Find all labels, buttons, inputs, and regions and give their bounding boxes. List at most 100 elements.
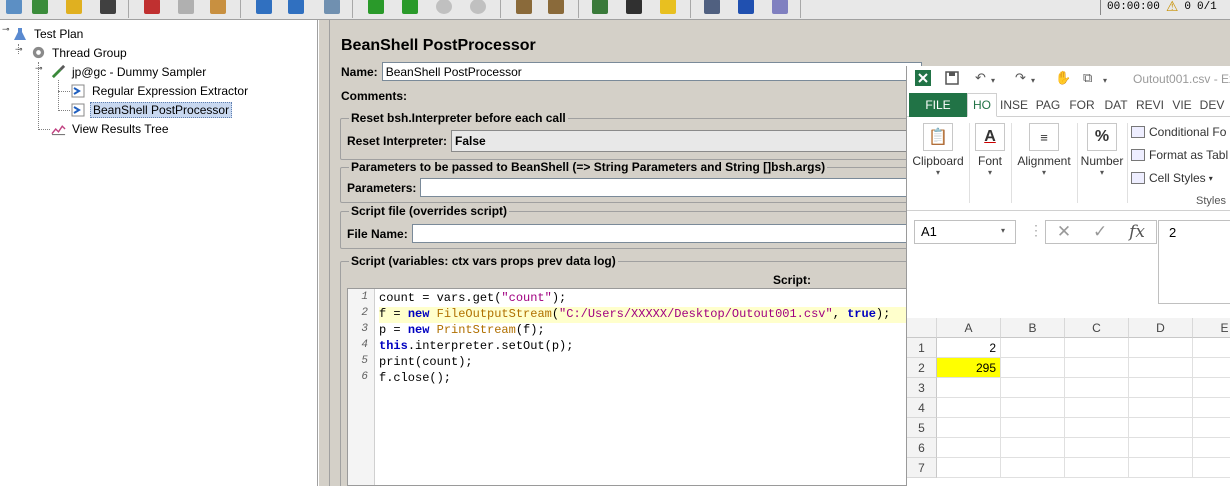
column-header-d[interactable]: D bbox=[1129, 318, 1193, 338]
ribbon-tab-pag[interactable]: PAG bbox=[1031, 93, 1065, 117]
warning-icon[interactable]: ⚠ bbox=[1166, 0, 1179, 15]
tree-item-beanshell-postprocessor[interactable]: BeanShell PostProcessor bbox=[70, 100, 233, 119]
cell-c3[interactable] bbox=[1065, 378, 1129, 398]
reset-search-button[interactable] bbox=[656, 0, 680, 17]
cell-b1[interactable] bbox=[1001, 338, 1065, 358]
drag-handle-icon[interactable]: ⋮ bbox=[1029, 222, 1043, 239]
column-header-e[interactable]: E bbox=[1193, 318, 1230, 338]
row-header-1[interactable]: 1 bbox=[907, 338, 937, 358]
expander-thread-group[interactable]: ⊸ bbox=[15, 45, 23, 55]
clear-all-button[interactable] bbox=[544, 0, 568, 17]
cell-e2[interactable] bbox=[1193, 358, 1230, 378]
function-helper-button[interactable] bbox=[700, 0, 724, 17]
row-header-4[interactable]: 4 bbox=[907, 398, 937, 418]
tree-item-regex-extractor[interactable]: Regular Expression Extractor bbox=[70, 81, 250, 100]
cell-c2[interactable] bbox=[1065, 358, 1129, 378]
cell-d5[interactable] bbox=[1129, 418, 1193, 438]
row-header-5[interactable]: 5 bbox=[907, 418, 937, 438]
touch-mode-icon[interactable]: ✋ bbox=[1055, 71, 1071, 86]
customize-dropdown-icon[interactable]: ▾ bbox=[1103, 76, 1107, 85]
save-button[interactable] bbox=[96, 0, 120, 17]
customize-icon[interactable]: ⧉ bbox=[1083, 71, 1092, 86]
ribbon-tab-vie[interactable]: VIE bbox=[1167, 93, 1197, 117]
cell-e3[interactable] bbox=[1193, 378, 1230, 398]
reset-interpreter-select[interactable]: False bbox=[451, 130, 912, 152]
ribbon-tab-dat[interactable]: DAT bbox=[1099, 93, 1133, 117]
search-button[interactable] bbox=[588, 0, 612, 17]
expander-dummy-sampler[interactable]: ⊸ bbox=[35, 64, 43, 74]
cell-d2[interactable] bbox=[1129, 358, 1193, 378]
find-button[interactable] bbox=[622, 0, 646, 17]
comments-field[interactable] bbox=[411, 86, 891, 105]
cell-d7[interactable] bbox=[1129, 458, 1193, 478]
tree-item-test-plan[interactable]: Test Plan bbox=[12, 24, 85, 43]
column-header-a[interactable]: A bbox=[937, 318, 1001, 338]
cell-a6[interactable] bbox=[937, 438, 1001, 458]
toggle-button[interactable] bbox=[320, 0, 344, 17]
ribbon-group-number[interactable]: % Number ▾ bbox=[1077, 119, 1127, 207]
cell-a7[interactable] bbox=[937, 458, 1001, 478]
cut-button[interactable] bbox=[140, 0, 164, 17]
cell-d1[interactable] bbox=[1129, 338, 1193, 358]
ribbon-group-clipboard[interactable]: 📋 Clipboard ▾ bbox=[907, 119, 969, 207]
undo-dropdown-icon[interactable]: ▾ bbox=[991, 76, 995, 85]
script-editor[interactable]: 123456 count = vars.get("count"); f = new… bbox=[347, 288, 907, 486]
expand-button[interactable] bbox=[252, 0, 276, 17]
start-button[interactable] bbox=[364, 0, 388, 17]
conditional-formatting-button[interactable]: Conditional Fo bbox=[1131, 125, 1226, 139]
row-header-2[interactable]: 2 bbox=[907, 358, 937, 378]
cell-e1[interactable] bbox=[1193, 338, 1230, 358]
cell-e5[interactable] bbox=[1193, 418, 1230, 438]
cell-a5[interactable] bbox=[937, 418, 1001, 438]
cell-a2[interactable]: 295 bbox=[937, 358, 1001, 378]
expander-test-plan[interactable]: ⊸ bbox=[2, 25, 10, 35]
stop-button[interactable] bbox=[432, 0, 456, 17]
row-header-3[interactable]: 3 bbox=[907, 378, 937, 398]
row-header-6[interactable]: 6 bbox=[907, 438, 937, 458]
cell-b7[interactable] bbox=[1001, 458, 1065, 478]
cell-styles-button[interactable]: Cell Styles ▾ bbox=[1131, 171, 1213, 185]
enter-icon[interactable]: ✓ bbox=[1093, 222, 1107, 242]
cell-e6[interactable] bbox=[1193, 438, 1230, 458]
formula-input[interactable]: 2 bbox=[1158, 220, 1230, 304]
ribbon-tab-for[interactable]: FOR bbox=[1065, 93, 1099, 117]
split-pane-divider[interactable] bbox=[318, 20, 330, 486]
cell-e7[interactable] bbox=[1193, 458, 1230, 478]
copy-button[interactable] bbox=[174, 0, 198, 17]
cell-d4[interactable] bbox=[1129, 398, 1193, 418]
cell-c4[interactable] bbox=[1065, 398, 1129, 418]
cell-b2[interactable] bbox=[1001, 358, 1065, 378]
ribbon-group-alignment[interactable]: ≡ Alignment ▾ bbox=[1011, 119, 1077, 207]
ribbon-tab-ho[interactable]: HO bbox=[967, 93, 997, 117]
cell-c6[interactable] bbox=[1065, 438, 1129, 458]
cell-a3[interactable] bbox=[937, 378, 1001, 398]
paste-button[interactable] bbox=[206, 0, 230, 17]
select-all-corner[interactable] bbox=[907, 318, 937, 338]
cell-a1[interactable]: 2 bbox=[937, 338, 1001, 358]
new-button[interactable] bbox=[28, 0, 52, 17]
tree-item-thread-group[interactable]: Thread Group bbox=[30, 43, 129, 62]
undo-icon[interactable]: ↶ bbox=[975, 71, 986, 86]
redo-dropdown-icon[interactable]: ▾ bbox=[1031, 76, 1035, 85]
cell-b6[interactable] bbox=[1001, 438, 1065, 458]
ribbon-tab-file[interactable]: FILE bbox=[909, 93, 967, 117]
tree-item-view-results-tree[interactable]: View Results Tree bbox=[50, 119, 171, 138]
column-header-c[interactable]: C bbox=[1065, 318, 1129, 338]
cell-b5[interactable] bbox=[1001, 418, 1065, 438]
ribbon-tab-revi[interactable]: REVI bbox=[1133, 93, 1167, 117]
column-header-b[interactable]: B bbox=[1001, 318, 1065, 338]
start-no-pauses-button[interactable] bbox=[398, 0, 422, 17]
cell-d6[interactable] bbox=[1129, 438, 1193, 458]
cell-c1[interactable] bbox=[1065, 338, 1129, 358]
ribbon-group-font[interactable]: A Font ▾ bbox=[969, 119, 1011, 207]
parameters-field[interactable] bbox=[420, 178, 911, 197]
help-button[interactable] bbox=[734, 0, 758, 17]
insert-function-icon[interactable]: fx bbox=[1129, 222, 1145, 242]
cell-b4[interactable] bbox=[1001, 398, 1065, 418]
open-button[interactable] bbox=[62, 0, 86, 17]
save-icon[interactable] bbox=[945, 71, 959, 89]
cell-e4[interactable] bbox=[1193, 398, 1230, 418]
collapse-button[interactable] bbox=[284, 0, 308, 17]
tree-item-dummy-sampler[interactable]: jp@gc - Dummy Sampler bbox=[50, 62, 208, 81]
ribbon-tab-dev[interactable]: DEV bbox=[1197, 93, 1227, 117]
